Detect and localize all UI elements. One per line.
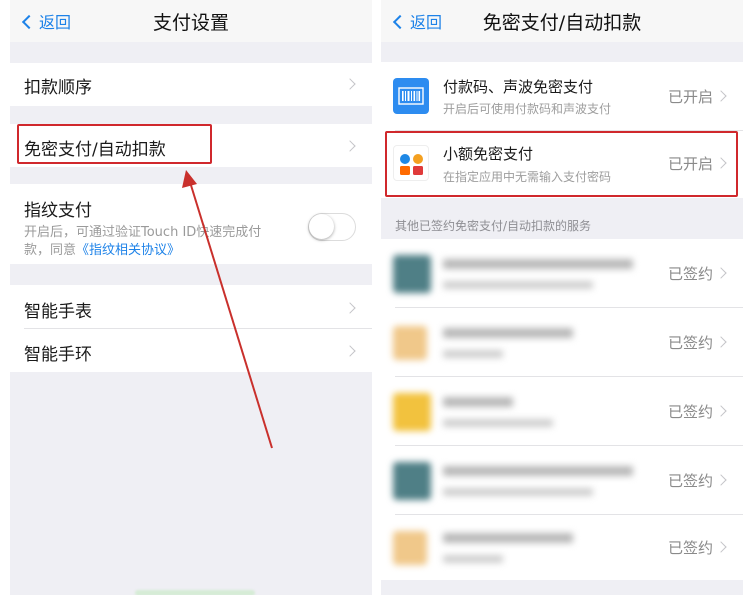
arrow-head (182, 170, 197, 188)
annotation-arrow (182, 170, 273, 449)
arrow-line (189, 181, 273, 449)
